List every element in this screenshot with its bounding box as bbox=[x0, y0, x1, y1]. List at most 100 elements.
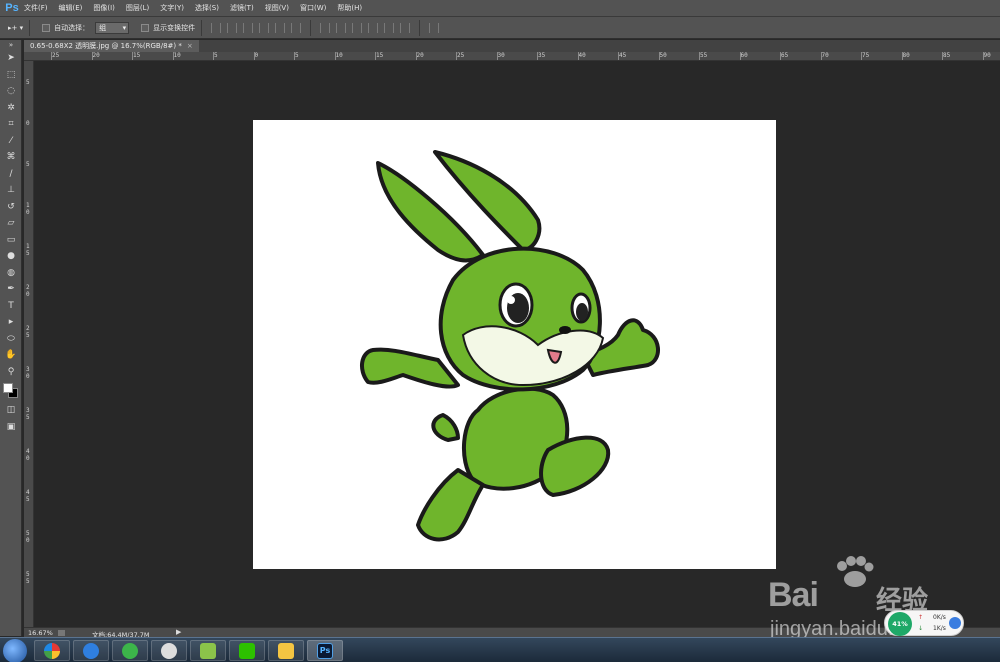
hand-icon[interactable]: ✋ bbox=[0, 347, 22, 364]
close-tab-icon[interactable]: × bbox=[187, 42, 193, 50]
foreground-color-swatch[interactable] bbox=[3, 383, 13, 393]
pinwheel-icon bbox=[44, 642, 60, 659]
status-menu-arrow-icon[interactable]: ▶ bbox=[176, 628, 181, 636]
divider bbox=[419, 19, 421, 36]
menu-type[interactable]: 文字(Y) bbox=[160, 3, 184, 13]
taskbar-app-explorer[interactable] bbox=[268, 640, 304, 661]
memory-usage-badge[interactable]: 41% bbox=[888, 612, 912, 636]
path-selection-icon[interactable]: ▸ bbox=[0, 314, 22, 331]
gradient-icon[interactable]: ▭ bbox=[0, 232, 22, 249]
wechat-icon bbox=[239, 642, 255, 659]
show-transform-label: 显示变换控件 bbox=[153, 23, 196, 32]
taskbar-app-browser[interactable] bbox=[112, 640, 148, 661]
ruler-tick-label: 35 bbox=[536, 52, 546, 60]
history-brush-icon[interactable]: ↺ bbox=[0, 199, 22, 216]
quick-mask-icon[interactable]: ◫ bbox=[0, 402, 22, 419]
browser-badge-icon[interactable] bbox=[949, 617, 961, 629]
vertical-ruler[interactable]: 5 0 5 1 0 1 5 2 0 2 5 3 0 3 5 4 0 4 5 5 0 5 5 bbox=[24, 61, 34, 627]
photoshop-icon: Ps bbox=[317, 642, 333, 659]
magic-wand-icon[interactable]: ✲ bbox=[0, 100, 22, 117]
ruler-tick-label: 5 bbox=[213, 52, 218, 60]
type-icon[interactable]: T bbox=[0, 298, 22, 315]
ruler-tick-label: 75 bbox=[860, 52, 870, 60]
screen-mode-icon[interactable]: ▣ bbox=[0, 419, 22, 436]
align-top-icon[interactable] bbox=[211, 22, 222, 33]
auto-align-icon[interactable] bbox=[429, 22, 440, 33]
ruler-tick-label: 10 bbox=[334, 52, 343, 60]
menu-layer[interactable]: 图层(L) bbox=[126, 3, 149, 13]
baidu-paw-logo bbox=[837, 556, 874, 587]
menu-image[interactable]: 图像(I) bbox=[93, 3, 115, 13]
distribute-bottom-icon[interactable] bbox=[352, 22, 363, 33]
clone-stamp-icon[interactable]: ⊥ bbox=[0, 182, 22, 199]
distribute-vcenter-icon[interactable] bbox=[336, 22, 347, 33]
divider bbox=[310, 19, 312, 36]
distribute-top-icon[interactable] bbox=[320, 22, 331, 33]
ruler-tick-label: 10 bbox=[172, 52, 181, 60]
distribute-left-icon[interactable] bbox=[368, 22, 379, 33]
distribute-right-icon[interactable] bbox=[400, 22, 411, 33]
taskbar-app-wechat[interactable] bbox=[229, 640, 265, 661]
dodge-icon[interactable]: ◍ bbox=[0, 265, 22, 282]
network-speed-widget[interactable]: 41% ↑ ↓ 0K/s 1K/s bbox=[884, 610, 964, 636]
align-left-icon[interactable] bbox=[259, 22, 270, 33]
align-right-icon[interactable] bbox=[291, 22, 302, 33]
start-button-icon[interactable] bbox=[3, 639, 27, 662]
ruler-tick-label: 5 bbox=[26, 161, 30, 168]
eraser-icon[interactable]: ▱ bbox=[0, 215, 22, 232]
ruler-tick-label: 4 5 bbox=[26, 489, 30, 503]
healing-brush-icon[interactable]: ⌘ bbox=[0, 149, 22, 166]
taskbar-app-media[interactable] bbox=[151, 640, 187, 661]
menu-file[interactable]: 文件(F) bbox=[24, 3, 48, 13]
ruler-tick-label: 20 bbox=[415, 52, 424, 60]
ruler-tick-label: 40 bbox=[577, 52, 586, 60]
menu-filter[interactable]: 滤镜(T) bbox=[230, 3, 254, 13]
brush-icon[interactable]: ∕ bbox=[0, 166, 22, 183]
menu-help[interactable]: 帮助(H) bbox=[337, 3, 362, 13]
document-canvas[interactable] bbox=[253, 120, 776, 569]
eyedropper-icon[interactable]: ⁄ bbox=[0, 133, 22, 150]
taskbar-app-leaf[interactable] bbox=[190, 640, 226, 661]
auto-select-label: 自动选择： bbox=[54, 23, 90, 32]
taskbar-app-baidu-netdisk[interactable] bbox=[73, 640, 109, 661]
download-speed: 1K/s bbox=[933, 625, 946, 632]
marquee-icon[interactable]: ⬚ bbox=[0, 67, 22, 84]
auto-select-dropdown[interactable]: 组 bbox=[95, 21, 130, 34]
horizontal-ruler[interactable]: 25 20 15 10 5 0 5 10 15 20 25 30 35 40 45 50 55 60 65 70 75 8… bbox=[24, 52, 1000, 61]
zoom-level[interactable]: 16.67% bbox=[28, 629, 53, 637]
toolbar-collapse-icon[interactable]: » bbox=[0, 40, 22, 50]
document-tab[interactable]: 0.65-0.68X2 透明膜.jpg @ 16.7%(RGB/8#) * × bbox=[24, 40, 199, 52]
lasso-icon[interactable]: ◌ bbox=[0, 83, 22, 100]
ruler-tick-label: 2 5 bbox=[26, 325, 30, 339]
taskbar-app-photoshop[interactable]: Ps bbox=[307, 640, 343, 661]
align-hcenter-icon[interactable] bbox=[275, 22, 286, 33]
ruler-tick-label: 90 bbox=[982, 52, 991, 60]
blur-icon[interactable]: ● bbox=[0, 248, 22, 265]
ruler-tick-label: 60 bbox=[739, 52, 748, 60]
move-tool-icon[interactable]: ➤ bbox=[0, 50, 22, 67]
menu-select[interactable]: 选择(S) bbox=[195, 3, 219, 13]
menu-window[interactable]: 窗口(W) bbox=[300, 3, 326, 13]
ruler-tick-label: 0 bbox=[253, 52, 259, 60]
ruler-tick-label: 25 bbox=[50, 52, 60, 60]
ruler-tick-label: 5 0 bbox=[26, 530, 30, 544]
ellipse-icon[interactable]: ⬭ bbox=[0, 331, 22, 348]
align-vcenter-icon[interactable] bbox=[227, 22, 238, 33]
ruler-tick-label: 4 0 bbox=[26, 448, 30, 462]
status-info-icon[interactable] bbox=[58, 630, 65, 636]
auto-select-checkbox[interactable] bbox=[42, 23, 51, 32]
menu-view[interactable]: 视图(V) bbox=[265, 3, 289, 13]
crop-icon[interactable]: ⌗ bbox=[0, 116, 22, 133]
taskbar-app-pinwheel[interactable] bbox=[34, 640, 70, 661]
align-bottom-icon[interactable] bbox=[243, 22, 254, 33]
pen-icon[interactable]: ✒ bbox=[0, 281, 22, 298]
ruler-tick-label: 2 0 bbox=[26, 284, 30, 298]
zoom-icon[interactable]: ⚲ bbox=[0, 364, 22, 381]
show-transform-checkbox[interactable] bbox=[141, 23, 150, 32]
menu-edit[interactable]: 编辑(E) bbox=[59, 3, 83, 13]
download-arrow-icon: ↓ bbox=[918, 625, 924, 632]
distribute-hcenter-icon[interactable] bbox=[384, 22, 395, 33]
move-tool-preset-icon[interactable]: ▸+ ▾ bbox=[8, 24, 23, 32]
color-swatches[interactable] bbox=[0, 380, 22, 402]
tools-panel: » ➤ ⬚ ◌ ✲ ⌗ ⁄ ⌘ ∕ ⊥ ↺ ▱ ▭ ● ◍ ✒ T ▸ ⬭ ✋ … bbox=[0, 40, 22, 636]
